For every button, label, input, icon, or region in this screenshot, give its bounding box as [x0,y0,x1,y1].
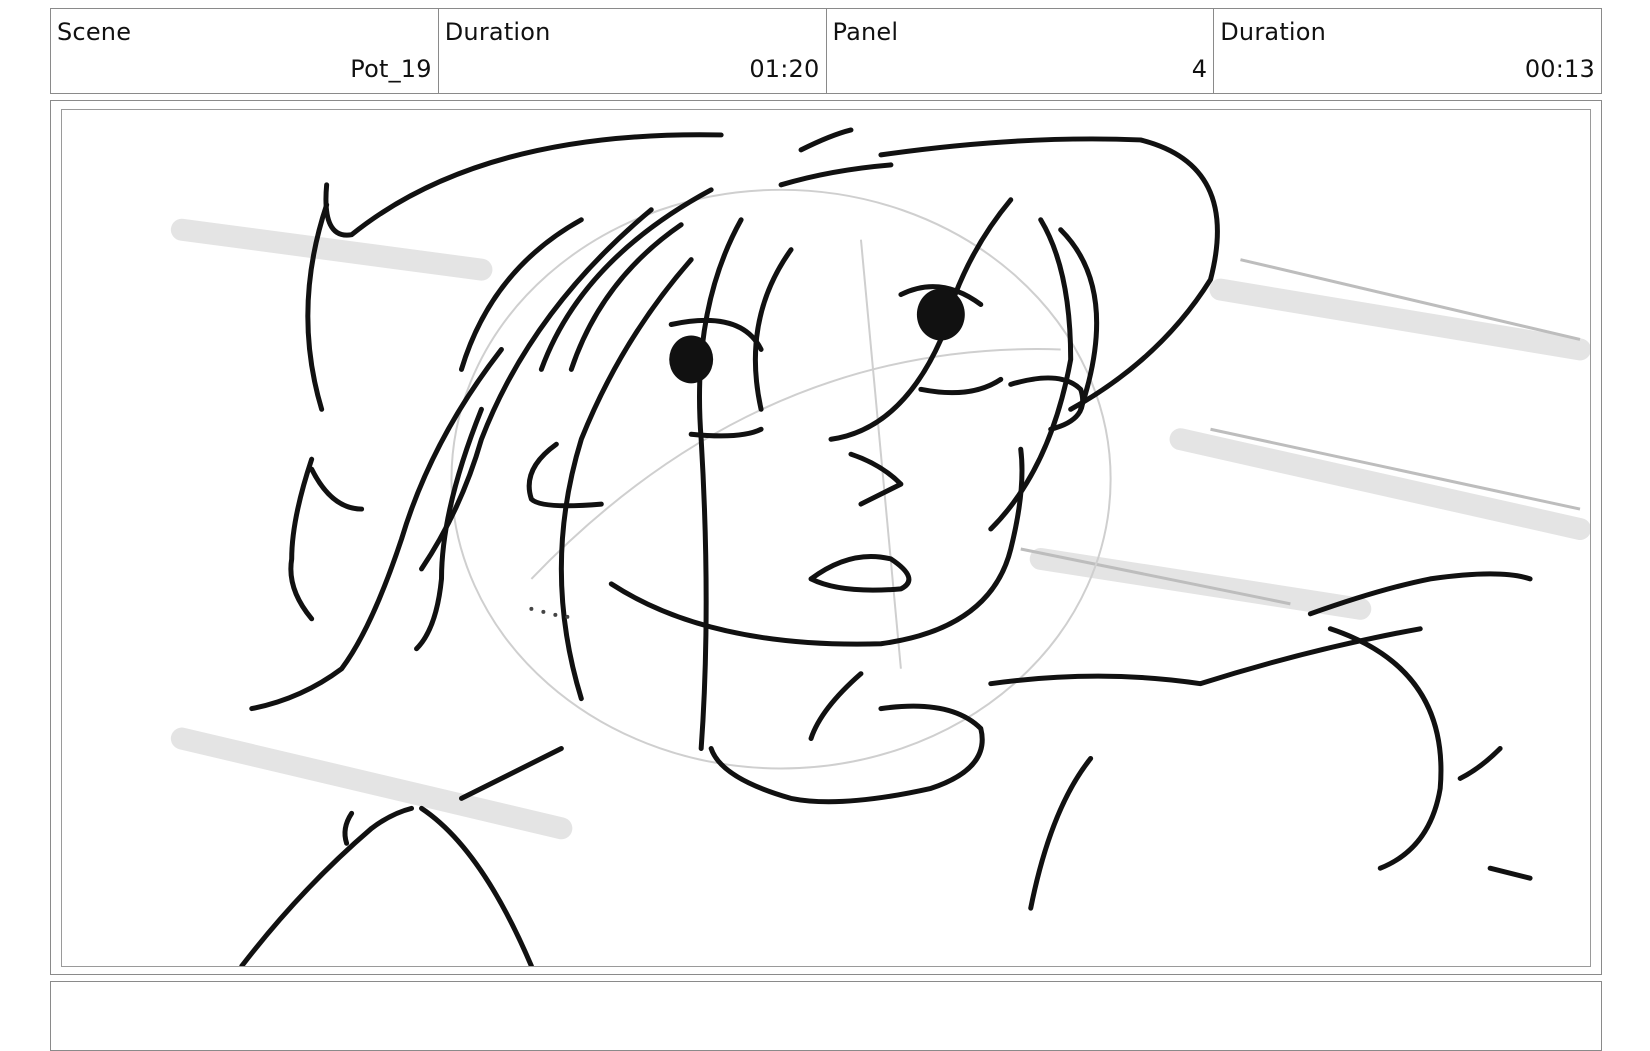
background-speed-lines [170,218,1590,840]
sketch-drawing [170,127,1590,966]
panel-notes-area [50,981,1602,1051]
panel-value: 4 [1191,55,1208,83]
scene-label: Scene [57,18,132,46]
character-pupils [669,288,965,384]
panel-duration-value: 00:13 [1524,55,1595,83]
panel-cell: Panel 4 [827,9,1215,93]
panel-duration-cell: Duration 00:13 [1214,9,1601,93]
panel-duration-label: Duration [1220,18,1327,46]
scene-duration-label: Duration [444,18,551,46]
storyboard-header: Scene Pot_19 Duration 01:20 Panel 4 Dura… [50,8,1602,94]
scene-duration-cell: Duration 01:20 [439,9,827,93]
scene-duration-value: 01:20 [749,55,820,83]
scene-cell: Scene Pot_19 [51,9,439,93]
panel-frame [50,100,1602,975]
storyboard-panel-image [61,109,1591,967]
panel-label: Panel [832,18,899,46]
scene-value: Pot_19 [350,55,432,83]
